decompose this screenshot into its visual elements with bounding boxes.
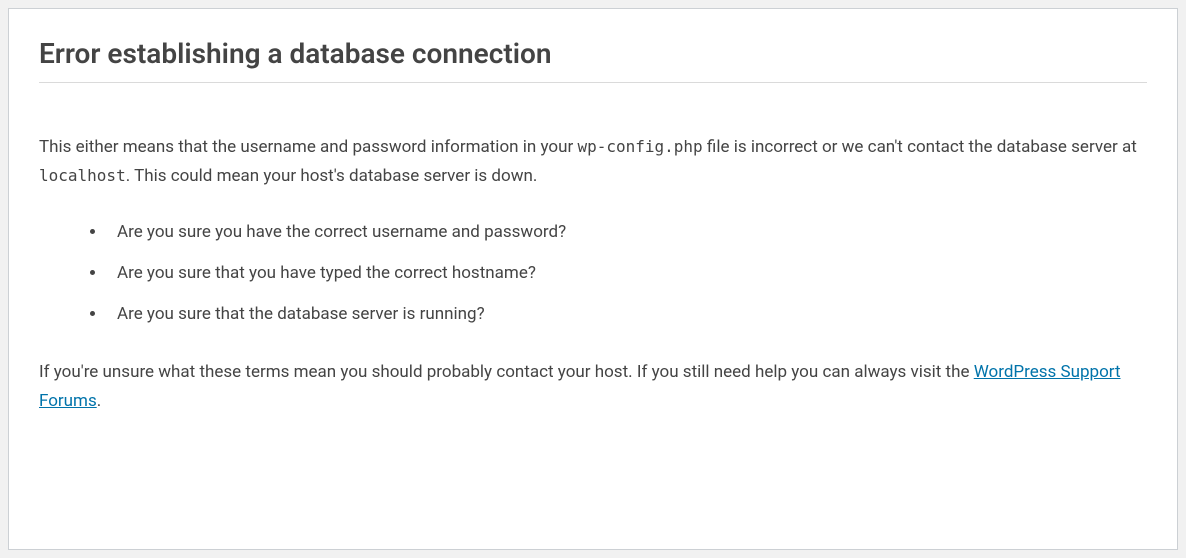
intro-text-2: file is incorrect or we can't contact th… [703, 137, 1137, 157]
footer-text-1: If you're unsure what these terms mean y… [39, 362, 974, 382]
hostname-code: localhost [39, 166, 126, 185]
list-item: Are you sure you have the correct userna… [107, 219, 1147, 246]
list-item: Are you sure that the database server is… [107, 301, 1147, 328]
error-footer: If you're unsure what these terms mean y… [39, 358, 1147, 416]
intro-text-1: This either means that the username and … [39, 137, 577, 157]
list-item: Are you sure that you have typed the cor… [107, 260, 1147, 287]
checklist: Are you sure you have the correct userna… [107, 219, 1147, 329]
error-title: Error establishing a database connection [39, 37, 1147, 83]
error-panel: Error establishing a database connection… [8, 8, 1178, 550]
config-file-code: wp-config.php [577, 137, 702, 156]
error-intro: This either means that the username and … [39, 133, 1147, 191]
footer-text-2: . [97, 391, 101, 411]
intro-text-3: . This could mean your host's database s… [126, 166, 538, 186]
